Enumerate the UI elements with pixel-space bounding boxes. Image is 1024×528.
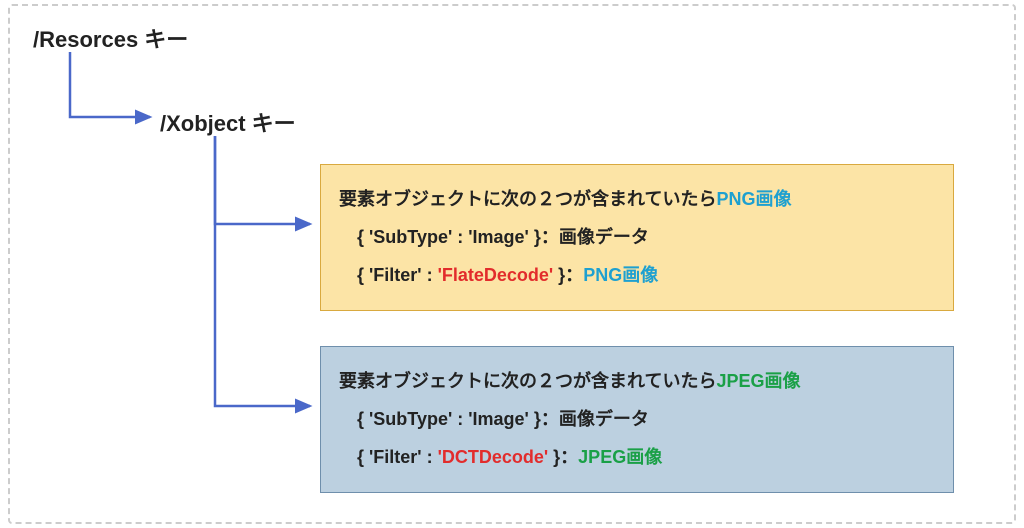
arrow-xobject-to-jpeg <box>215 136 310 406</box>
jpeg-line2: { 'SubType' : 'Image' }：画像データ <box>339 401 935 439</box>
jpeg-line3-prefix: { 'Filter' : <box>357 447 438 467</box>
arrow-xobject-to-png <box>215 136 310 224</box>
jpeg-box: 要素オブジェクトに次の２つが含まれていたらJPEG画像 { 'SubType' … <box>320 346 954 493</box>
png-line3: { 'Filter' : 'FlateDecode' }：PNG画像 <box>339 257 935 295</box>
jpeg-line1: 要素オブジェクトに次の２つが含まれていたらJPEG画像 <box>339 363 935 401</box>
png-line3-suffix: PNG画像 <box>583 265 658 285</box>
png-line3-mid: 'FlateDecode' <box>438 265 554 285</box>
png-line3-prefix: { 'Filter' : <box>357 265 438 285</box>
png-line3-post: }： <box>553 265 583 285</box>
resources-key-label: /Resorces キー <box>33 22 188 54</box>
xobject-key-label: /Xobject キー <box>160 106 296 138</box>
jpeg-line1-suffix: JPEG画像 <box>716 371 800 391</box>
png-line1-suffix: PNG画像 <box>716 189 791 209</box>
png-line2: { 'SubType' : 'Image' }：画像データ <box>339 219 935 257</box>
jpeg-line3: { 'Filter' : 'DCTDecode' }：JPEG画像 <box>339 439 935 477</box>
jpeg-line3-post: }： <box>548 447 578 467</box>
outer-frame: /Resorces キー /Xobject キー 要素オブジェクトに次の２つが含… <box>8 4 1016 524</box>
arrow-resources-to-xobject <box>70 52 150 117</box>
png-box: 要素オブジェクトに次の２つが含まれていたらPNG画像 { 'SubType' :… <box>320 164 954 311</box>
png-line1: 要素オブジェクトに次の２つが含まれていたらPNG画像 <box>339 181 935 219</box>
jpeg-line1-prefix: 要素オブジェクトに次の２つが含まれていたら <box>339 371 716 391</box>
jpeg-line3-mid: 'DCTDecode' <box>438 447 549 467</box>
png-line1-prefix: 要素オブジェクトに次の２つが含まれていたら <box>339 189 716 209</box>
jpeg-line3-suffix: JPEG画像 <box>578 447 662 467</box>
